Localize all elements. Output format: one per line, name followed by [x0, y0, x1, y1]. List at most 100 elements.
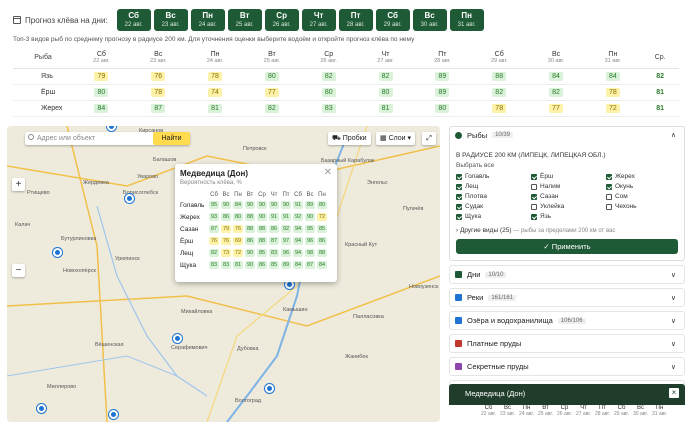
- day-column-header: Пн 24 авг.: [186, 48, 244, 69]
- fish-checkbox-Щука[interactable]: Щука: [456, 212, 531, 221]
- popup-cell: 93: [208, 211, 220, 223]
- popup-cell: 95: [208, 199, 220, 211]
- fish-checkbox-Жерех[interactable]: Жерех: [606, 172, 681, 181]
- fish-checkbox-Язь[interactable]: Язь: [531, 212, 606, 221]
- checkbox[interactable]: [531, 193, 537, 200]
- fish-checkbox-label: Ёрш: [540, 173, 554, 180]
- checkbox[interactable]: [531, 203, 537, 210]
- close-icon[interactable]: ✕: [324, 167, 332, 178]
- fish-checkbox-Сазан[interactable]: Сазан: [531, 192, 606, 201]
- town-label: Красный Кут: [345, 242, 378, 248]
- popup-cell: 86: [220, 211, 232, 223]
- forecast-value: 80: [378, 87, 393, 97]
- checkbox[interactable]: [606, 203, 612, 210]
- day-button-label: Ср: [276, 11, 287, 20]
- popup-cell: 91: [268, 211, 280, 223]
- close-icon[interactable]: ×: [669, 388, 679, 398]
- forecast-cell: 81: [186, 100, 244, 117]
- fish-checkbox-Судак[interactable]: Судак: [456, 202, 531, 211]
- section-header[interactable]: Платные пруды ∨: [449, 334, 685, 353]
- other-species-toggle[interactable]: › Другие виды (25) — рыбы за пределами 2…: [456, 227, 684, 234]
- day-button[interactable]: Вс 30 авг.: [412, 9, 447, 31]
- map-zoom-out-button[interactable]: −: [12, 264, 25, 277]
- bottom-day-header: Сб 29 авг.: [614, 405, 629, 417]
- day-button[interactable]: Чт 27 авг.: [301, 9, 336, 31]
- fish-checkbox-Плотва[interactable]: Плотва: [456, 192, 531, 201]
- day-button[interactable]: Пн 24 авг.: [190, 9, 225, 31]
- map-zoom-in-button[interactable]: +: [12, 178, 25, 191]
- checkbox[interactable]: [456, 213, 462, 220]
- day-name: Чт: [381, 51, 390, 59]
- section-header[interactable]: Дни 10/10 ∨: [449, 265, 685, 284]
- day-date: 31 авг.: [604, 58, 622, 65]
- day-button-label: Вт: [239, 11, 250, 20]
- map-pin[interactable]: [125, 194, 134, 203]
- map[interactable]: Адрес или объект Найти ⛟ Пробки ▦ Слои ▾…: [7, 126, 440, 422]
- fish-checkbox-Лещ[interactable]: Лещ: [456, 182, 531, 191]
- map-pin[interactable]: [53, 248, 62, 257]
- fish-checkbox-Сом[interactable]: Сом: [606, 192, 681, 201]
- fullscreen-icon[interactable]: ⤢: [422, 132, 436, 145]
- section-header[interactable]: Озёра и водохранилища 106/106 ∨: [449, 311, 685, 330]
- town-label: Кирсанов: [139, 128, 164, 134]
- town-label: Палласовка: [353, 314, 384, 320]
- day-button[interactable]: Вс 23 авг.: [153, 9, 188, 31]
- forecast-value: 89: [435, 71, 450, 81]
- popup-value: 85: [317, 225, 327, 233]
- day-button[interactable]: Пн 31 авг.: [449, 9, 484, 31]
- day-name: Вт: [268, 51, 276, 59]
- checkbox[interactable]: [456, 183, 462, 190]
- map-pin[interactable]: [109, 410, 118, 419]
- forecast-value: 77: [264, 87, 279, 97]
- day-button[interactable]: Сб 22 авг.: [116, 9, 151, 31]
- fish-checkbox-Уклейка[interactable]: Уклейка: [531, 202, 606, 211]
- day-button-label: Чт: [313, 11, 324, 20]
- checkbox[interactable]: [606, 173, 612, 180]
- water-detail-title: Медведица (Дон): [465, 389, 526, 398]
- day-column-header: Пт 28 авг.: [413, 48, 471, 69]
- day-button[interactable]: Ср 26 авг.: [264, 9, 299, 31]
- section-icon: [455, 294, 462, 301]
- checkbox[interactable]: [606, 193, 612, 200]
- popup-cell: 87: [208, 223, 220, 235]
- popup-value: 73: [221, 249, 231, 257]
- section-header[interactable]: Секретные пруды ∨: [449, 357, 685, 376]
- popup-value: 88: [245, 225, 255, 233]
- select-all-link[interactable]: Выбрать все: [456, 162, 684, 169]
- checkbox[interactable]: [456, 193, 462, 200]
- fish-checkbox-Окунь[interactable]: Окунь: [606, 182, 681, 191]
- map-pin[interactable]: [173, 334, 182, 343]
- popup-cell: 89: [304, 199, 316, 211]
- forecast-cell: 78: [186, 68, 244, 85]
- day-button[interactable]: Вт 25 авг.: [227, 9, 262, 31]
- checkbox[interactable]: [531, 213, 537, 220]
- map-pin[interactable]: [265, 384, 274, 393]
- day-button[interactable]: Пт 28 авг.: [338, 9, 373, 31]
- fish-checkbox-Голавль[interactable]: Голавль: [456, 172, 531, 181]
- checkbox[interactable]: [531, 173, 537, 180]
- forecast-cell: 84: [527, 68, 585, 85]
- town-label: Калач: [15, 222, 31, 228]
- fish-checkbox-label: Жерех: [615, 173, 635, 180]
- checkbox[interactable]: [606, 183, 612, 190]
- fish-checkbox-Чехонь[interactable]: Чехонь: [606, 202, 681, 211]
- day-date: 26 авг.: [320, 58, 337, 65]
- popup-table: Сб Вс Пн Вт Ср Чт Пт Сб Вс Пн Голавль 95 90 84 90 90 90…: [180, 190, 328, 271]
- checkbox[interactable]: [456, 203, 462, 210]
- map-pin[interactable]: [37, 404, 46, 413]
- layers-button[interactable]: ▦ Слои ▾: [376, 132, 416, 145]
- checkbox[interactable]: [456, 173, 462, 180]
- day-column-header: Ср 26 авг.: [300, 48, 358, 69]
- apply-button[interactable]: ✓ Применить: [456, 239, 678, 254]
- fish-section-header[interactable]: Рыбы 10/39 ∧: [450, 127, 684, 143]
- section-header[interactable]: Реки 161/161 ∨: [449, 288, 685, 307]
- forecast-value: 82: [264, 103, 279, 113]
- fish-checkbox-Ёрш[interactable]: Ёрш: [531, 172, 606, 181]
- day-button[interactable]: Сб 29 авг.: [375, 9, 410, 31]
- traffic-button[interactable]: ⛟ Пробки: [328, 132, 371, 145]
- fish-checkbox-Налим[interactable]: Налим: [531, 182, 606, 191]
- popup-value: 89: [281, 261, 291, 269]
- checkbox[interactable]: [531, 183, 537, 190]
- popup-value: 91: [293, 201, 303, 209]
- bottom-day-header: Ср 26 авг.: [557, 405, 572, 417]
